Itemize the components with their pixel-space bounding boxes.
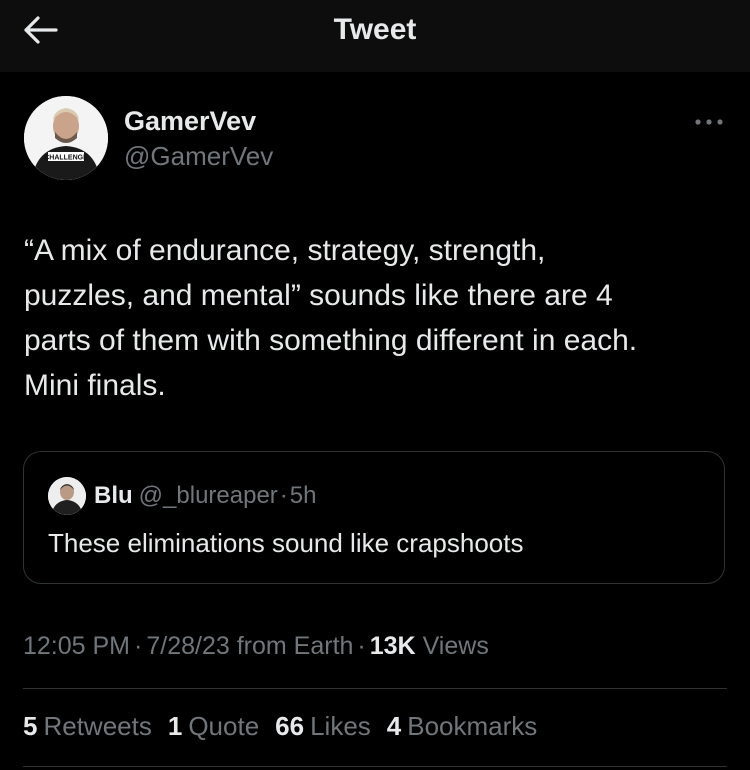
quoted-author-name[interactable]: Blu — [94, 482, 133, 509]
bookmarks-label: Bookmarks — [407, 711, 538, 741]
meta-separator: · — [357, 632, 366, 660]
likes-label: Likes — [310, 711, 371, 741]
tweet-metadata: 12:05 PM · 7/28/23 from Earth · 13K Views — [23, 632, 489, 661]
likes-stat[interactable]: 66 Likes — [275, 711, 371, 742]
author-name[interactable]: GamerVev — [124, 106, 256, 137]
divider — [23, 688, 727, 689]
quoted-tweet-card[interactable]: Blu @_blureaper·5h These eliminations sou… — [23, 451, 725, 584]
retweets-count: 5 — [23, 711, 38, 741]
quoted-tweet-header: Blu @_blureaper·5h — [94, 482, 317, 510]
more-horizontal-icon — [694, 113, 724, 131]
tweet-time[interactable]: 12:05 PM — [23, 632, 130, 660]
quoted-author-avatar[interactable] — [48, 477, 86, 515]
engagement-stats: 5 Retweets 1 Quote 66 Likes 4 Bookmarks — [23, 711, 537, 742]
avatar-shirt-text: CHALLENGE — [44, 155, 88, 162]
quotes-stat[interactable]: 1 Quote — [168, 711, 259, 742]
likes-count: 66 — [275, 711, 305, 741]
tweet-date[interactable]: 7/28/23 — [146, 632, 229, 660]
tweet-text: “A mix of endurance, strategy, strength,… — [24, 234, 638, 402]
meta-separator: · — [134, 632, 143, 660]
quotes-count: 1 — [167, 711, 183, 741]
tweet-page: Tweet CHALLENGE GamerVev @GamerVev “A mi… — [0, 0, 750, 770]
author-avatar[interactable]: CHALLENGE — [24, 96, 108, 180]
divider — [23, 766, 727, 767]
quoted-separator: · — [279, 482, 288, 509]
bookmarks-count: 4 — [386, 711, 402, 741]
quoted-tweet-text: These eliminations sound like crapshoots — [48, 528, 524, 558]
author-handle[interactable]: @GamerVev — [124, 141, 273, 172]
quoted-author-handle[interactable]: @_blureaper — [139, 482, 278, 509]
views-count: 13K — [369, 632, 416, 660]
page-title: Tweet — [333, 13, 417, 46]
views-label: Views — [422, 632, 489, 660]
retweets-label: Retweets — [43, 711, 152, 741]
retweets-stat[interactable]: 5 Retweets — [23, 711, 152, 742]
tweet-location: from Earth — [236, 632, 354, 660]
quotes-label: Quote — [188, 711, 260, 741]
bookmarks-stat[interactable]: 4 Bookmarks — [387, 711, 538, 742]
top-bar: Tweet — [0, 0, 750, 72]
quoted-timestamp: 5h — [289, 482, 317, 509]
more-options-button[interactable] — [692, 112, 726, 132]
